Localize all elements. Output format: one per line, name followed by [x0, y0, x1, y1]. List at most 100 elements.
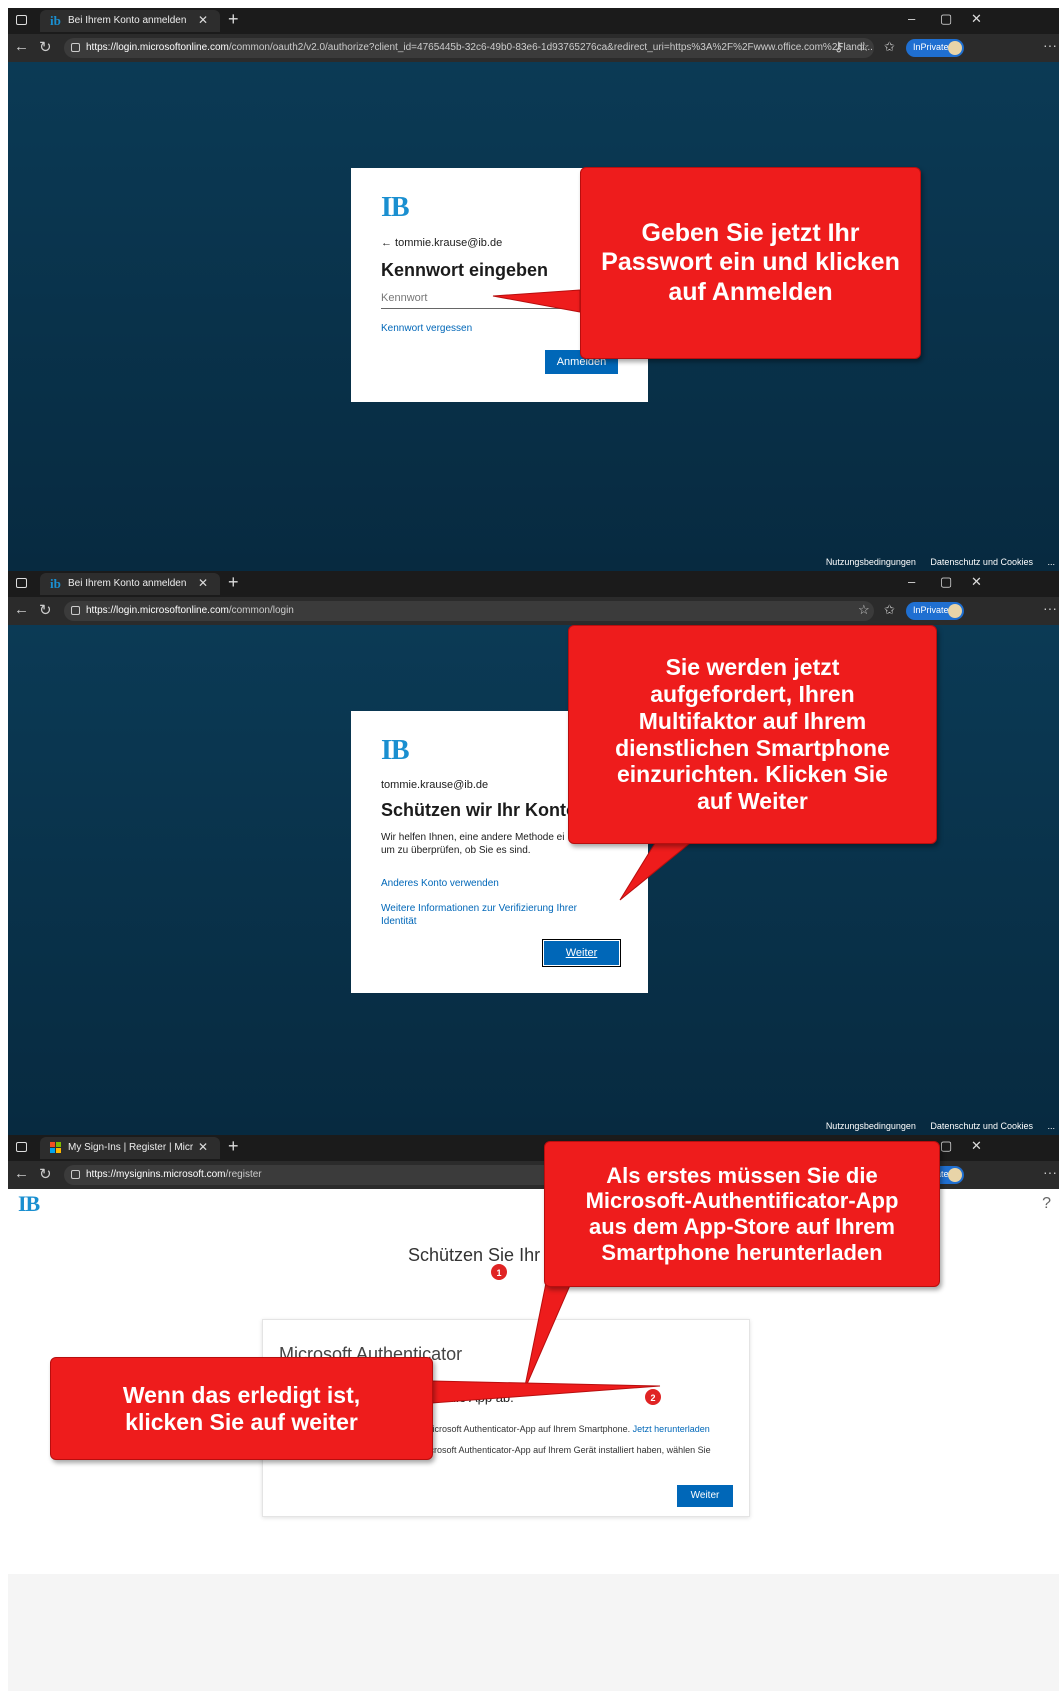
maximize-icon[interactable]: ▢ [940, 1138, 952, 1154]
window-menu-icon[interactable] [16, 1142, 27, 1152]
forgot-password-link[interactable]: Kennwort vergessen [381, 323, 472, 334]
footer-links: Nutzungsbedingungen Datenschutz und Cook… [814, 1121, 1055, 1131]
page-title: Kennwort eingeben [381, 260, 549, 280]
download-link[interactable]: Jetzt herunterladen [633, 1424, 710, 1434]
tab-close-icon[interactable]: ✕ [198, 1140, 208, 1154]
page-title: Schützen wir Ihr Konto [381, 800, 577, 820]
ib-favicon-icon: ib [50, 13, 61, 28]
inprivate-badge[interactable]: InPrivate [906, 602, 964, 620]
more-menu-icon[interactable]: ··· [1043, 37, 1057, 53]
new-tab-icon[interactable]: + [228, 1136, 239, 1157]
lock-icon [71, 1170, 80, 1179]
browser-tab[interactable]: My Sign-Ins | Register | Microsoft ✕ [40, 1137, 220, 1159]
ib-logo: IB [381, 735, 410, 766]
inprivate-label: InPrivate [913, 605, 949, 615]
privacy-link[interactable]: Datenschutz und Cookies [930, 557, 1033, 567]
window-menu-icon[interactable] [16, 15, 27, 25]
maximize-icon[interactable]: ▢ [940, 11, 952, 27]
footer-links: Nutzungsbedingungen Datenschutz und Cook… [814, 557, 1055, 567]
callout-text-top: Als erstes müssen Sie die Microsoft-Auth… [585, 1162, 899, 1265]
more-menu-icon[interactable]: ··· [1043, 1164, 1057, 1180]
lock-icon [71, 43, 80, 52]
tab-title: Bei Ihrem Konto anmelden [68, 15, 187, 26]
browser-tab[interactable]: ib Bei Ihrem Konto anmelden ✕ [40, 10, 220, 32]
browser-tab-bar: ib Bei Ihrem Konto anmelden ✕ + – ▢ ✕ [8, 571, 1059, 597]
minimize-icon[interactable]: – [908, 574, 915, 589]
more-menu-icon[interactable]: ··· [1043, 600, 1057, 616]
screenshot-step-2: ib Bei Ihrem Konto anmelden ✕ + – ▢ ✕ ← … [8, 571, 1059, 1135]
callout-text-bottom: Wenn das erledigt ist, klicken Sie auf w… [122, 1381, 361, 1435]
refresh-icon[interactable]: ↻ [39, 601, 52, 619]
step-badge-1: 1 [490, 1263, 508, 1281]
tab-close-icon[interactable]: ✕ [198, 13, 208, 27]
account-email: tommie.krause@ib.de [381, 779, 489, 791]
footer-more[interactable]: ... [1047, 1121, 1055, 1131]
back-email[interactable]: ← tommie.krause@ib.de [381, 237, 502, 249]
window-menu-icon[interactable] [16, 578, 27, 588]
inprivate-label: InPrivate [913, 42, 949, 52]
favorites-icon[interactable]: ✩ [884, 39, 895, 55]
tab-title: My Sign-Ins | Register | Microsoft [68, 1142, 193, 1153]
screenshot-step-1: ib Bei Ihrem Konto anmelden ✕ + – ▢ ✕ ← … [8, 8, 1059, 571]
browser-tab[interactable]: ib Bei Ihrem Konto anmelden ✕ [40, 573, 220, 595]
key-icon[interactable]: ⚷ [834, 39, 844, 55]
url-domain: https://login.microsoftonline.com [86, 605, 229, 616]
terms-link[interactable]: Nutzungsbedingungen [826, 1121, 916, 1131]
callout-text: Sie werden jetzt aufgefordert, Ihren Mul… [615, 653, 890, 815]
avatar [948, 41, 962, 55]
privacy-link[interactable]: Datenschutz und Cookies [930, 1121, 1033, 1131]
lock-icon [71, 606, 80, 615]
minimize-icon[interactable]: – [908, 11, 915, 26]
url-path: /common/login [228, 605, 294, 616]
next-button[interactable]: Weiter [677, 1485, 733, 1507]
url-domain: https://mysignins.microsoft.com [86, 1169, 226, 1180]
step-badge-2: 2 [644, 1388, 662, 1406]
url-domain: https://login.microsoftonline.com [86, 42, 229, 53]
back-icon[interactable]: ← [14, 601, 29, 618]
page-title: Schützen Sie Ihr [408, 1245, 541, 1265]
url-field[interactable]: https://login.microsoftonline.com/common… [64, 601, 874, 621]
callout-text: Geben Sie jetzt Ihr Passwort ein und kli… [601, 219, 900, 306]
avatar [948, 1168, 962, 1182]
instruction-callout: Sie werden jetzt aufgefordert, Ihren Mul… [568, 625, 937, 844]
inprivate-badge[interactable]: InPrivate [906, 39, 964, 57]
next-callout: Wenn das erledigt ist, klicken Sie auf w… [50, 1357, 433, 1460]
url-field[interactable]: https://login.microsoftonline.com/common… [64, 38, 874, 58]
browser-tab-bar: ib Bei Ihrem Konto anmelden ✕ + – ▢ ✕ [8, 8, 1059, 34]
more-info-link[interactable]: Weitere Informationen zur Verifizierung … [381, 902, 577, 928]
help-icon[interactable]: ? [1042, 1195, 1051, 1213]
instruction-callout: Geben Sie jetzt Ihr Passwort ein und kli… [580, 167, 921, 359]
other-account-link[interactable]: Anderes Konto verwenden [381, 878, 499, 889]
back-icon[interactable]: ← [14, 38, 29, 55]
tab-close-icon[interactable]: ✕ [198, 576, 208, 590]
refresh-icon[interactable]: ↻ [39, 1165, 52, 1183]
url-path: /common/oauth2/v2.0/authorize?client_id=… [228, 42, 873, 53]
ib-logo: IB [381, 192, 410, 223]
close-window-icon[interactable]: ✕ [971, 1138, 982, 1154]
address-bar-row: ← ↻ https://login.microsoftonline.com/co… [8, 597, 1059, 625]
close-window-icon[interactable]: ✕ [971, 11, 982, 27]
next-button[interactable]: Weiter [542, 939, 621, 967]
new-tab-icon[interactable]: + [228, 9, 239, 30]
refresh-icon[interactable]: ↻ [39, 38, 52, 56]
favorite-star-icon[interactable]: ☆ [858, 602, 870, 618]
ib-favicon-icon: ib [50, 576, 61, 591]
terms-link[interactable]: Nutzungsbedingungen [826, 557, 916, 567]
tab-title: Bei Ihrem Konto anmelden [68, 578, 187, 589]
favorites-icon[interactable]: ✩ [884, 602, 895, 618]
description-text: Wir helfen Ihnen, eine andere Methode ei… [381, 832, 565, 856]
microsoft-favicon-icon [50, 1142, 62, 1154]
avatar [948, 604, 962, 618]
address-bar-row: ← ↻ https://login.microsoftonline.com/co… [8, 34, 1059, 62]
footer-more[interactable]: ... [1047, 557, 1055, 567]
new-tab-icon[interactable]: + [228, 572, 239, 593]
back-icon[interactable]: ← [14, 1165, 29, 1182]
ib-logo: IB [18, 1191, 40, 1216]
favorite-star-icon[interactable]: ☆ [858, 39, 870, 55]
password-placeholder: Kennwort [381, 292, 428, 304]
screenshot-step-3: My Sign-Ins | Register | Microsoft ✕ + –… [8, 1135, 1059, 1691]
maximize-icon[interactable]: ▢ [940, 574, 952, 590]
download-callout: Als erstes müssen Sie die Microsoft-Auth… [544, 1141, 940, 1287]
close-window-icon[interactable]: ✕ [971, 574, 982, 590]
url-path: /register [225, 1169, 262, 1180]
